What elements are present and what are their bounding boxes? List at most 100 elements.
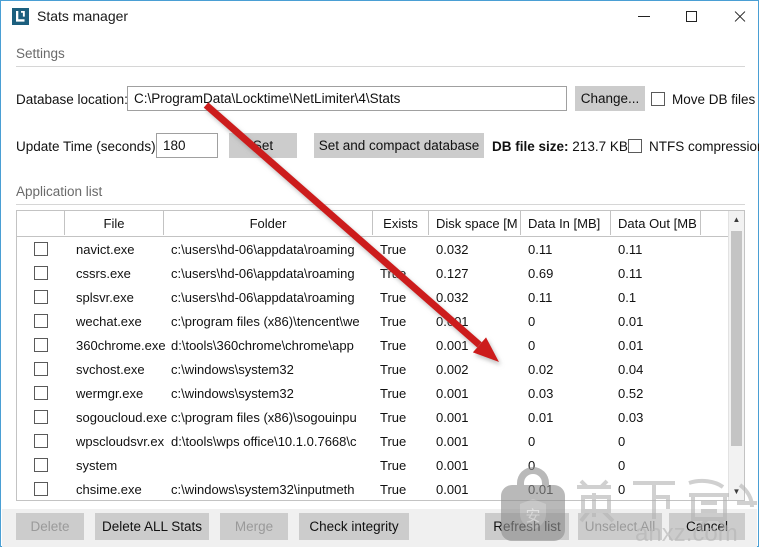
cell-select[interactable]: [17, 429, 65, 453]
cell-file: navict.exe: [76, 241, 135, 257]
set-and-compact-database-button[interactable]: Set and compact database: [314, 133, 484, 158]
column-header-data-out[interactable]: Data Out [MB: [611, 211, 701, 235]
cell-data-in: 0.11: [528, 241, 553, 257]
title-bar: Stats manager: [1, 1, 758, 33]
check-integrity-button[interactable]: Check integrity: [299, 513, 409, 540]
cell-select[interactable]: [17, 453, 65, 477]
row-checkbox[interactable]: [34, 266, 48, 280]
ntfs-compression-checkbox[interactable]: [628, 139, 642, 153]
cancel-button[interactable]: Cancel: [669, 513, 745, 540]
merge-button[interactable]: Merge: [220, 513, 288, 540]
cell-exists: True: [380, 361, 407, 377]
cell-data-out: 0: [618, 481, 626, 497]
table-row[interactable]: sogoucloud.exe c:\program files (x86)\sog…: [17, 405, 730, 429]
cell-select[interactable]: [17, 309, 65, 333]
update-time-input[interactable]: 180: [156, 133, 218, 158]
cell-select[interactable]: [17, 333, 65, 357]
table-row[interactable]: chsime.exe c:\windows\system32\inputmeth T…: [17, 477, 730, 500]
cell-folder: d:\tools\360chrome\chrome\app: [171, 337, 354, 353]
cell-data-out: 0: [618, 457, 626, 473]
cell-file: wpscloudsvr.ex: [76, 433, 165, 449]
row-checkbox[interactable]: [34, 338, 48, 352]
cell-data-out: 0.03: [618, 409, 644, 425]
table-row[interactable]: svchost.exe c:\windows\system32 True 0.002 0…: [17, 357, 730, 381]
application-list-table[interactable]: File Folder Exists Disk space [M Data In…: [16, 210, 745, 501]
cell-select[interactable]: [17, 477, 65, 500]
cell-data-in: 0: [528, 433, 536, 449]
delete-all-stats-button[interactable]: Delete ALL Stats: [95, 513, 209, 540]
cell-select[interactable]: [17, 285, 65, 309]
db-file-size-value: 213.7 KB: [572, 139, 628, 154]
cell-exists: True: [380, 385, 407, 401]
cell-select[interactable]: [17, 381, 65, 405]
table-row[interactable]: navict.exe c:\users\hd-06\appdata\roaming…: [17, 237, 730, 261]
table-row[interactable]: system True 0.001 0 0: [17, 453, 730, 477]
cell-file: system: [76, 457, 118, 473]
delete-button[interactable]: Delete: [16, 513, 84, 540]
column-header-select[interactable]: [17, 211, 65, 235]
cell-folder: c:\windows\system32: [171, 385, 294, 401]
cell-data-in: 0.69: [528, 265, 554, 281]
cell-disk-space: 0.001: [436, 385, 469, 401]
cell-file: sogoucloud.exe: [76, 409, 168, 425]
change-button[interactable]: Change...: [575, 86, 645, 111]
minimize-button[interactable]: [621, 1, 666, 32]
scroll-up-button[interactable]: ▲: [729, 211, 744, 228]
table-row[interactable]: 360chrome.exe d:\tools\360chrome\chrome\a…: [17, 333, 730, 357]
column-header-folder[interactable]: Folder: [164, 211, 373, 235]
table-header-row: File Folder Exists Disk space [M Data In…: [17, 211, 744, 237]
table-row[interactable]: wermgr.exe c:\windows\system32 True 0.001 0.…: [17, 381, 730, 405]
table-row[interactable]: wpscloudsvr.ex d:\tools\wps office\10.1.0…: [17, 429, 730, 453]
table-row[interactable]: wechat.exe c:\program files (x86)\tencent…: [17, 309, 730, 333]
cell-disk-space: 0.001: [436, 457, 469, 473]
scroll-down-button[interactable]: ▼: [729, 483, 744, 500]
ntfs-compression-label: NTFS compression: [649, 139, 759, 154]
row-checkbox[interactable]: [34, 290, 48, 304]
cell-exists: True: [380, 289, 407, 305]
cell-select[interactable]: [17, 357, 65, 381]
cell-exists: True: [380, 265, 407, 281]
cell-data-out: 0.11: [618, 265, 643, 281]
column-header-file[interactable]: File: [65, 211, 164, 235]
row-checkbox[interactable]: [34, 458, 48, 472]
cell-folder: [164, 453, 380, 477]
refresh-list-button[interactable]: Refresh list: [485, 513, 569, 540]
cell-select[interactable]: [17, 405, 65, 429]
row-checkbox[interactable]: [34, 410, 48, 424]
row-checkbox[interactable]: [34, 482, 48, 496]
table-row[interactable]: cssrs.exe c:\users\hd-06\appdata\roaming T…: [17, 261, 730, 285]
column-header-data-in[interactable]: Data In [MB]: [521, 211, 611, 235]
close-icon: [733, 10, 746, 23]
cell-select[interactable]: [17, 237, 65, 261]
cell-select[interactable]: [17, 261, 65, 285]
settings-group-label: Settings: [16, 46, 65, 61]
unselect-all-button[interactable]: Unselect All: [578, 513, 662, 540]
move-db-files-checkbox[interactable]: [651, 92, 665, 106]
set-button[interactable]: Set: [229, 133, 297, 158]
scrollbar-thumb[interactable]: [731, 231, 742, 446]
cell-data-out: 0.01: [618, 313, 644, 329]
cell-data-in: 0.11: [528, 289, 553, 305]
database-location-input[interactable]: C:\ProgramData\Locktime\NetLimiter\4\Sta…: [127, 86, 567, 111]
table-vertical-scrollbar[interactable]: ▲ ▼: [728, 211, 744, 500]
cell-folder: c:\users\hd-06\appdata\roaming: [171, 241, 355, 257]
row-checkbox[interactable]: [34, 434, 48, 448]
minimize-icon: [637, 16, 650, 17]
cell-data-in: 0.01: [528, 481, 554, 497]
row-checkbox[interactable]: [34, 314, 48, 328]
column-header-disk-space[interactable]: Disk space [M: [429, 211, 521, 235]
cell-file: cssrs.exe: [76, 265, 131, 281]
cell-data-in: 0.01: [528, 409, 554, 425]
cell-disk-space: 0.001: [436, 337, 469, 353]
table-row[interactable]: splsvr.exe c:\users\hd-06\appdata\roaming…: [17, 285, 730, 309]
cell-folder: c:\users\hd-06\appdata\roaming: [171, 265, 355, 281]
maximize-button[interactable]: [669, 1, 714, 32]
cell-file: 360chrome.exe: [76, 337, 166, 353]
cell-data-out: 0.04: [618, 361, 644, 377]
row-checkbox[interactable]: [34, 242, 48, 256]
cell-data-out: 0.1: [618, 289, 637, 305]
row-checkbox[interactable]: [34, 362, 48, 376]
close-button[interactable]: [717, 1, 759, 32]
row-checkbox[interactable]: [34, 386, 48, 400]
column-header-exists[interactable]: Exists: [373, 211, 429, 235]
